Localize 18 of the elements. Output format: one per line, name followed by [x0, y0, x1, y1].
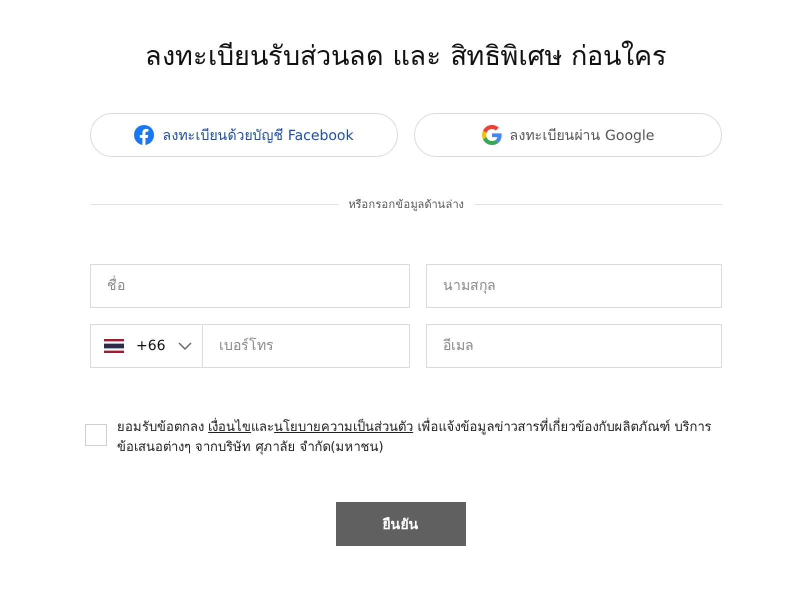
text-input[interactable]: อีเมล: [426, 324, 722, 368]
policy-link[interactable]: นโยบายความเป็นส่วนตัว: [274, 420, 414, 435]
thai-flag-icon: [104, 339, 124, 353]
divider-label: หรือกรอกข้อมูลด้านล่าง: [348, 197, 464, 213]
google-signup-button[interactable]: ลงทะเบียนผ่าน Google: [414, 113, 722, 157]
facebook-icon: [134, 125, 154, 145]
country-code-select[interactable]: +66: [90, 324, 202, 368]
text-input[interactable]: ชื่อ: [90, 264, 410, 308]
policy-link[interactable]: เงื่อนไข: [208, 420, 252, 435]
page-title: ลงทะเบียนรับส่วนลด และ สิทธิพิเศษ ก่อนใคร: [144, 40, 668, 74]
google-icon: [482, 125, 502, 145]
consent-checkbox[interactable]: [85, 424, 107, 446]
phone-input[interactable]: เบอร์โทร: [202, 324, 410, 368]
submit-button[interactable]: ยืนยัน: [336, 502, 466, 546]
text-input[interactable]: นามสกุล: [426, 264, 722, 308]
chevron-down-icon: [178, 342, 192, 350]
facebook-signup-button[interactable]: ลงทะเบียนด้วยบัญชี Facebook: [90, 113, 398, 157]
consent-text: ยอมรับข้อตกลง เงื่อนไขและนโยบายความเป็นส่วนตัว เพื่อแจ้งข้อมูลข่าวสารที่เกี่ยวข้องกับผลิตภัณฑ์ บริการ ข้อเสนอต่างๆ จากบริษัท ศุภาลัย จำกัด(มหาชน): [117, 418, 725, 458]
